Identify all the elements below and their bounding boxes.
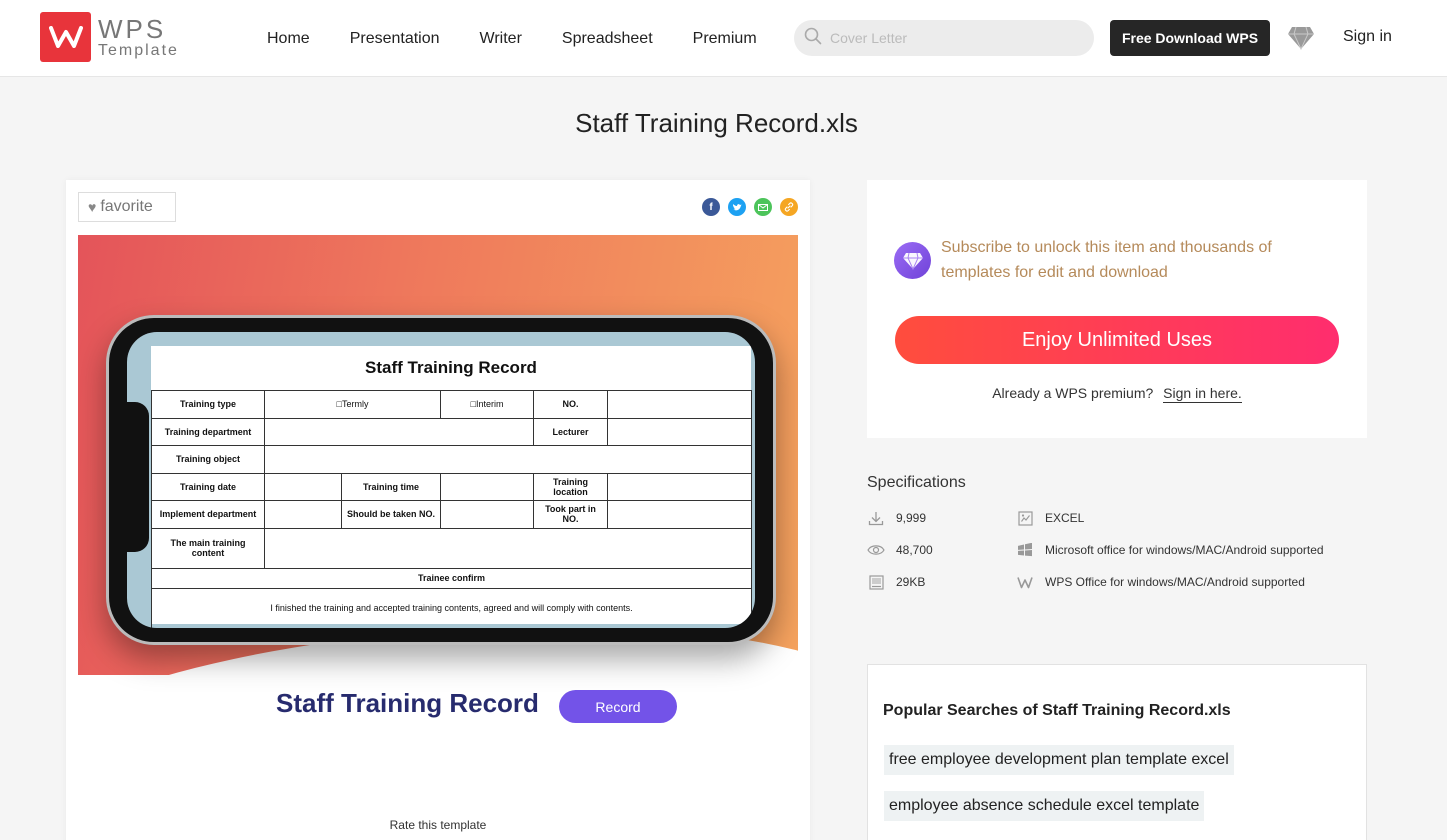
spec-views: 48,700: [867, 542, 933, 558]
link-icon[interactable]: [780, 198, 798, 216]
spec-downloads: 9,999: [867, 510, 926, 526]
nav-premium[interactable]: Premium: [693, 30, 757, 48]
windows-icon: [1016, 542, 1034, 558]
table-row: Training department Lecturer: [151, 417, 752, 446]
nav-home[interactable]: Home: [267, 30, 310, 48]
top-header: WPS Template Home Presentation Writer Sp…: [0, 0, 1447, 77]
already-premium-text: Already a WPS premium?: [992, 385, 1154, 401]
email-icon[interactable]: [754, 198, 772, 216]
table-row: Training type □Termly □Interim NO.: [151, 390, 752, 419]
eye-icon: [867, 542, 885, 558]
rate-template-label: Rate this template: [389, 818, 487, 832]
specifications-title: Specifications: [867, 474, 966, 491]
diamond-icon[interactable]: [1287, 25, 1315, 56]
template-preview-image[interactable]: Staff Training Record Training type □Ter…: [78, 235, 798, 790]
nav-writer[interactable]: Writer: [480, 30, 522, 48]
logo-template-text: Template: [98, 41, 179, 59]
table-row: The main training content: [151, 527, 752, 569]
nav-presentation[interactable]: Presentation: [350, 30, 440, 48]
download-icon: [867, 510, 885, 526]
share-buttons: f: [694, 198, 798, 216]
facebook-icon[interactable]: f: [702, 198, 720, 216]
banner-title: Staff Training Record: [276, 688, 539, 718]
search-icon: [804, 27, 822, 50]
spec-size: 29KB: [867, 574, 925, 590]
sheet-table: Training type □Termly □Interim NO. Train…: [151, 390, 752, 628]
sign-in-here-link[interactable]: Sign in here.: [1163, 385, 1242, 403]
popular-search-tag[interactable]: free employee development plan template …: [884, 745, 1234, 775]
file-format-icon: [1016, 510, 1034, 526]
subscribe-card: Subscribe to unlock this item and thousa…: [867, 180, 1367, 438]
logo-wps-text: WPS: [98, 13, 167, 44]
table-row: Training object: [151, 445, 752, 474]
spec-microsoft-support: Microsoft office for windows/MAC/Android…: [1016, 542, 1324, 558]
search-box[interactable]: [794, 20, 1094, 56]
hard-drive-icon: [867, 574, 885, 590]
search-input[interactable]: [830, 30, 1070, 46]
premium-signin-line: Already a WPS premium? Sign in here.: [867, 385, 1367, 403]
banner-record-badge: Record: [559, 690, 677, 723]
table-row: Trainee confirm: [151, 567, 752, 589]
table-row: Implement department Should be taken NO.…: [151, 500, 752, 529]
free-download-button[interactable]: Free Download WPS: [1110, 20, 1270, 56]
favorite-button[interactable]: ♥ favorite: [78, 192, 176, 222]
enjoy-unlimited-button[interactable]: Enjoy Unlimited Uses: [895, 316, 1339, 364]
spec-wps-support: WPS Office for windows/MAC/Android suppo…: [1016, 574, 1305, 590]
page-title: Staff Training Record.xls: [575, 108, 858, 138]
spec-format: EXCEL: [1016, 510, 1084, 526]
subscribe-text: Subscribe to unlock this item and thousa…: [941, 239, 1272, 281]
popular-searches-title: Popular Searches of Staff Training Recor…: [883, 702, 1231, 719]
wps-icon: [1016, 574, 1034, 590]
popular-searches-panel: Popular Searches of Staff Training Recor…: [867, 664, 1367, 840]
template-preview-card: ♥ favorite f Staff Training Record Train…: [66, 180, 810, 840]
table-row: Training date Training time Training loc…: [151, 472, 752, 501]
wps-template-logo[interactable]: WPS Template: [40, 12, 179, 62]
spreadsheet-preview: Staff Training Record Training type □Ter…: [151, 346, 752, 628]
nav-spreadsheet[interactable]: Spreadsheet: [562, 30, 653, 48]
phone-mockup: Staff Training Record Training type □Ter…: [106, 315, 776, 645]
favorite-label: favorite: [100, 198, 153, 215]
heart-icon: ♥: [88, 199, 97, 215]
premium-diamond-icon: [894, 242, 931, 279]
wps-logo-icon: [40, 12, 91, 62]
table-row: I finished the training and accepted tra…: [151, 587, 752, 628]
sheet-title: Staff Training Record: [365, 358, 537, 377]
sign-in-link[interactable]: Sign in: [1343, 28, 1392, 46]
main-nav: Home Presentation Writer Spreadsheet Pre…: [267, 0, 797, 77]
popular-search-tag[interactable]: employee absence schedule excel template: [884, 791, 1205, 821]
twitter-icon[interactable]: [728, 198, 746, 216]
